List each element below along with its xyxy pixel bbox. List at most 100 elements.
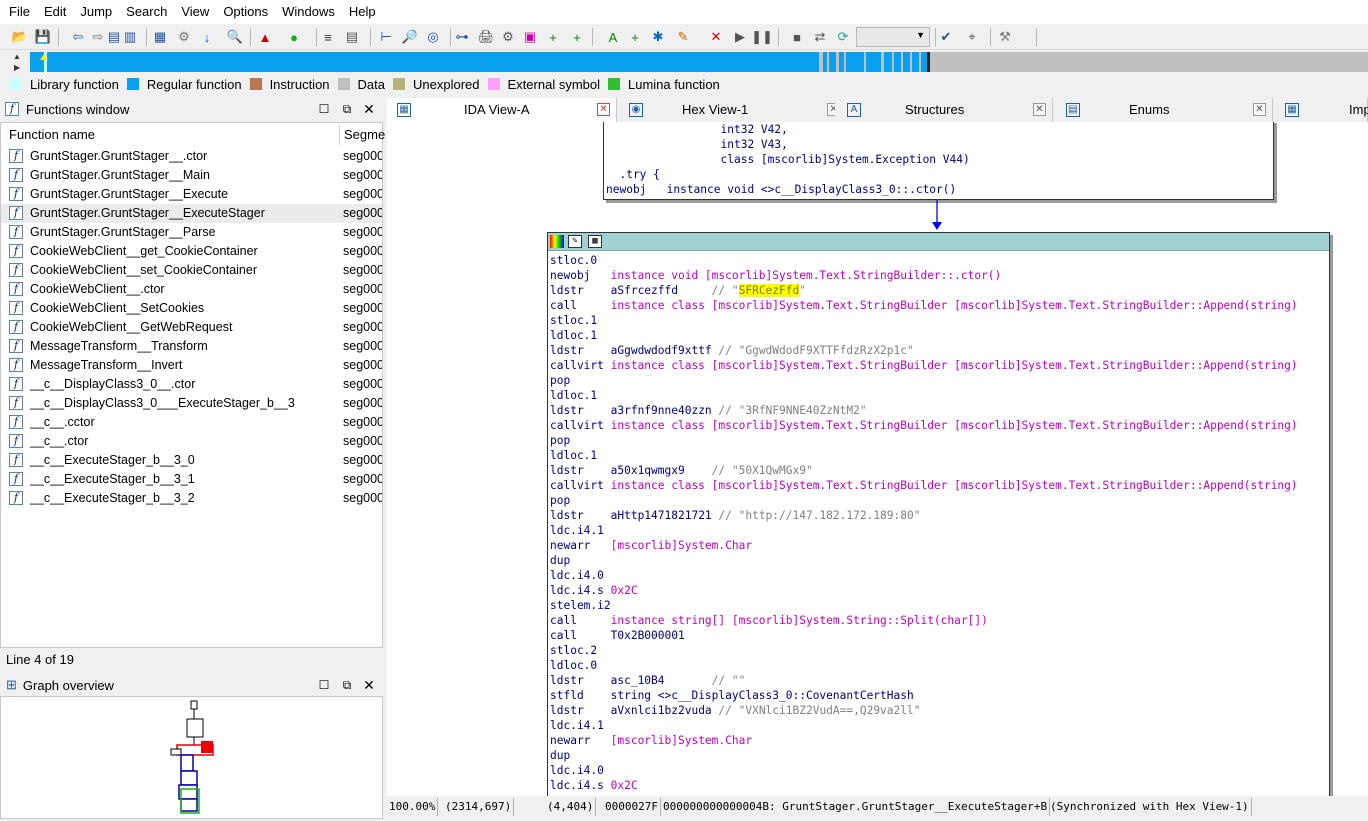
code-line[interactable]: ldc.i4.s 0x2C [550, 583, 638, 598]
code-line[interactable]: ldstr a50x1qwmgx9 // "50X1QwMGx9" [550, 463, 813, 478]
code-line[interactable]: newobj instance void <>c__DisplayClass3_… [606, 182, 956, 197]
settings2-icon[interactable]: ⌖ [962, 27, 982, 47]
graph-node-top[interactable]: int32 V42, int32 V43, class [mscorlib]Sy… [603, 122, 1274, 200]
flowchart-icon[interactable]: ⊶ [452, 27, 472, 47]
function-row[interactable]: f __c__DisplayClass3_0___ExecuteStager_b_… [1, 394, 382, 413]
float-window-icon[interactable]: ⧉ [340, 102, 354, 116]
menu-jump[interactable]: Jump [73, 0, 119, 24]
zoom-icon[interactable]: 🔎 [400, 27, 420, 47]
warning-icon[interactable]: ▲ [255, 27, 275, 47]
graph-overview-minimap[interactable] [1, 697, 382, 818]
function-row[interactable]: f __c__ExecuteStager_b__3_0 seg000 [1, 451, 382, 470]
tree-icon[interactable]: ⊢ [376, 27, 396, 47]
code-line[interactable]: class [mscorlib]System.Exception V44) [606, 152, 970, 167]
code-line[interactable]: dup [550, 553, 570, 568]
graph-overview-canvas[interactable] [0, 696, 383, 819]
code-line[interactable]: stelem.i2 [550, 598, 611, 613]
function-row[interactable]: f CookieWebClient__SetCookies seg000 [1, 299, 382, 318]
play-icon[interactable]: ▶ [730, 27, 750, 47]
calc-icon[interactable]: ▤ [342, 27, 362, 47]
ida-view-graph[interactable]: int32 V42, int32 V43, class [mscorlib]Sy… [387, 122, 1368, 796]
code-line[interactable]: pop [550, 493, 570, 508]
float-window-icon[interactable]: ⧉ [340, 678, 354, 692]
graph-icon[interactable]: ◎ [423, 27, 443, 47]
code-line[interactable]: ldloc.1 [550, 388, 597, 403]
maximize-icon[interactable]: ☐ [317, 102, 331, 116]
menu-edit[interactable]: Edit [37, 0, 73, 24]
code-line[interactable]: stloc.2 [550, 643, 597, 658]
graph-node-main[interactable]: ✎ ▦ stloc.0 newobj instance void [mscorli… [547, 232, 1330, 796]
code-line[interactable]: newarr [mscorlib]System.Char [550, 538, 752, 553]
function-row[interactable]: f CookieWebClient__set_CookieContainer seg… [1, 261, 382, 280]
green-circle-icon[interactable]: ● [284, 27, 304, 47]
function-row[interactable]: f GruntStager.GruntStager__Execute seg000 [1, 185, 382, 204]
code-line[interactable]: callvirt instance class [mscorlib]System… [550, 418, 1298, 433]
pause-icon[interactable]: ❚❚ [751, 27, 773, 47]
print-icon[interactable]: 🖨 [476, 27, 496, 47]
navigation-band[interactable]: ▲ ▶ [0, 50, 1368, 74]
add-struct-icon[interactable]: + [567, 27, 587, 47]
add-text-icon[interactable]: A [603, 27, 623, 47]
code-line[interactable]: call instance string[] [mscorlib]System.… [550, 613, 988, 628]
node-color-icon[interactable] [550, 235, 564, 248]
debugger-select[interactable]: ▼ [856, 27, 930, 47]
menu-help[interactable]: Help [342, 0, 383, 24]
code-line[interactable]: callvirt instance class [mscorlib]System… [550, 478, 1298, 493]
stop-icon[interactable]: ■ [787, 27, 807, 47]
function-row[interactable]: f __c__ExecuteStager_b__3_1 seg000 [1, 470, 382, 489]
code-line[interactable]: ldc.i4.1 [550, 523, 604, 538]
code-line[interactable]: ldstr aHttp1471821721 // "http://147.182… [550, 508, 920, 523]
edit-icon[interactable]: ✎ [673, 27, 693, 47]
function-row[interactable]: f CookieWebClient__GetWebRequest seg000 [1, 318, 382, 337]
tools-icon[interactable]: ⚒ [995, 27, 1015, 47]
menu-search[interactable]: Search [119, 0, 174, 24]
code-line[interactable]: newobj instance void [mscorlib]System.Te… [550, 268, 1001, 283]
code-line[interactable]: call instance class [mscorlib]System.Tex… [550, 298, 1298, 313]
tab-enums[interactable]: ▤ Enums ✕ [1054, 98, 1273, 122]
function-row[interactable]: f __c__.cctor seg000 [1, 413, 382, 432]
function-row[interactable]: f CookieWebClient__get_CookieContainer seg… [1, 242, 382, 261]
code-line[interactable]: dup [550, 748, 570, 763]
code-line[interactable]: ldc.i4.0 [550, 763, 604, 778]
code-line[interactable]: newarr [mscorlib]System.Char [550, 733, 752, 748]
code-line[interactable]: int32 V43, [606, 137, 788, 152]
code-line[interactable]: pop [550, 433, 570, 448]
code-line[interactable]: ldc.i4.0 [550, 568, 604, 583]
tab-structures[interactable]: A Structures ✕ [835, 98, 1053, 122]
function-row[interactable]: f GruntStager.GruntStager__Main seg000 [1, 166, 382, 185]
tab-close-icon[interactable]: ✕ [597, 103, 610, 116]
menu-windows[interactable]: Windows [275, 0, 342, 24]
code-line[interactable]: ldloc.0 [550, 658, 597, 673]
function-row[interactable]: f GruntStager.GruntStager__.ctor seg000 [1, 147, 382, 166]
code-line[interactable]: ldloc.1 [550, 328, 597, 343]
settings-icon[interactable]: ⚙ [498, 27, 518, 47]
functions-list[interactable]: Function name Segme f GruntStager.GruntSt… [0, 122, 385, 771]
code-line[interactable]: callvirt instance class [mscorlib]System… [550, 358, 1298, 373]
code-line[interactable]: ldstr aGgwdwdodf9xttf // "GgwdWdodF9XTTF… [550, 343, 914, 358]
open-file-icon[interactable]: 📂 [10, 27, 30, 47]
tab-ida-view-a[interactable]: ▦ IDA View-A ✕ [387, 98, 617, 122]
node-edit-icon[interactable]: ✎ [568, 235, 582, 248]
code-line[interactable]: ldstr aSfrcezffd // "SFRCezFfd" [550, 283, 806, 298]
enum-icon[interactable]: ▦ [150, 27, 170, 47]
code-line[interactable]: ldc.i4.s 0x2C [550, 778, 638, 793]
delete-icon[interactable]: ✕ [706, 27, 726, 47]
code-line[interactable]: ldc.i4.1 [550, 718, 604, 733]
search-text-icon[interactable]: 🔍 [225, 27, 245, 47]
column-header-segment[interactable]: Segme [344, 123, 385, 147]
color-icon[interactable]: ▣ [520, 27, 540, 47]
code-line[interactable]: pop [550, 373, 570, 388]
function-row[interactable]: f GruntStager.GruntStager__ExecuteStager s… [1, 204, 382, 223]
node-group-icon[interactable]: ▦ [588, 235, 602, 248]
nav-arrow-right-icon[interactable]: ▶ [14, 63, 20, 72]
list-icon[interactable]: ≡ [318, 27, 338, 47]
tab-hex-view-1[interactable]: ◉ Hex View-1 ✕ [617, 98, 847, 122]
code-line[interactable]: stfld string <>c__DisplayClass3_0::Coven… [550, 688, 914, 703]
debugger-icon[interactable]: ⇄ [810, 27, 830, 47]
tab-close-icon[interactable]: ✕ [1033, 103, 1046, 116]
code-line[interactable]: stloc.1 [550, 313, 597, 328]
search-icon[interactable]: ⚙ [174, 27, 194, 47]
close-icon[interactable]: ✕ [362, 102, 376, 116]
save-icon[interactable]: 💾 [33, 27, 53, 47]
menu-view[interactable]: View [174, 0, 216, 24]
